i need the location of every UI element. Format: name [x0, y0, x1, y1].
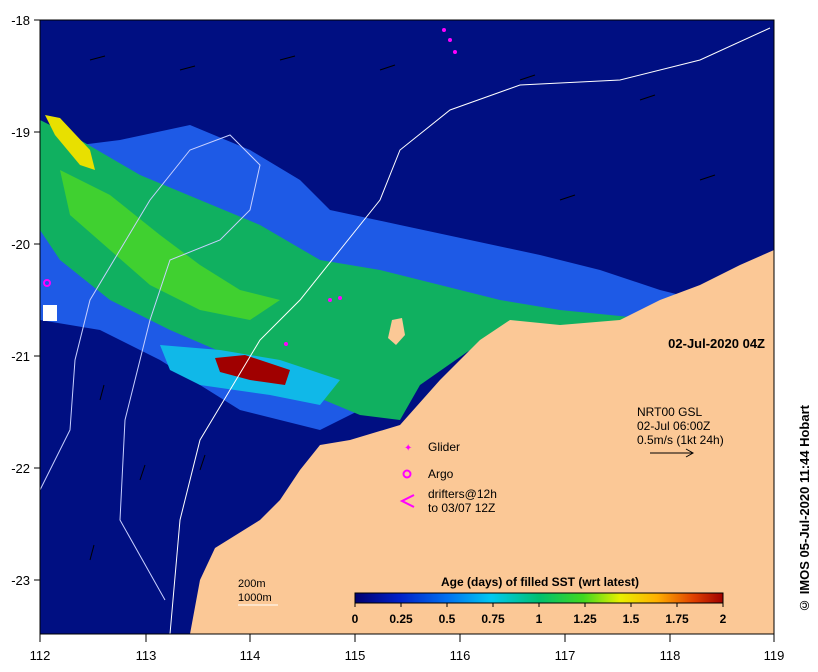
glider-symbol-icon: ✦: [404, 443, 412, 454]
lon-tick: 113: [136, 648, 157, 663]
colorbar-tick-label: 0.25: [389, 612, 413, 626]
colorbar-tick-label: 0.75: [481, 612, 505, 626]
glider-legend-label: Glider: [428, 440, 460, 454]
contour-200m-label: 200m: [238, 578, 266, 590]
map-date-label: 02-Jul-2020 04Z: [668, 336, 765, 351]
colorbar-title: Age (days) of filled SST (wrt latest): [441, 575, 639, 589]
white-patch: [43, 305, 57, 321]
lon-tick: 114: [240, 648, 261, 663]
colorbar-tick-label: 0.5: [439, 612, 456, 626]
colorbar-tick-label: 0: [352, 612, 359, 626]
sst-age-map: 112 113 114 115 116 117 118 119 -18 -19 …: [11, 13, 785, 663]
current-legend-scale: 0.5m/s (1kt 24h): [637, 433, 724, 447]
lat-tick: -19: [11, 125, 30, 140]
credit-text: © IMOS 05-Jul-2020 11:44 Hobart: [797, 405, 812, 613]
colorbar-tick-label: 1.75: [665, 612, 689, 626]
lon-tick: 112: [30, 648, 51, 663]
lat-tick: -18: [11, 13, 30, 28]
current-legend-source: NRT00 GSL: [637, 405, 702, 419]
colorbar-gradient: [354, 592, 724, 604]
lat-tick: -20: [11, 237, 30, 252]
current-legend-time: 02-Jul 06:00Z: [637, 419, 710, 433]
lon-tick: 119: [764, 648, 785, 663]
drifter-legend-label-1: drifters@12h: [428, 487, 497, 501]
contour-1000m-label: 1000m: [238, 592, 272, 604]
argo-legend-label: Argo: [428, 467, 454, 481]
lon-tick: 116: [450, 648, 471, 663]
lat-tick: -23: [11, 573, 30, 588]
lat-axis: -18 -19 -20 -21 -22 -23: [11, 13, 40, 588]
lat-tick: -21: [11, 349, 30, 364]
colorbar-tick-label: 1: [536, 612, 543, 626]
lat-tick: -22: [11, 461, 30, 476]
lon-axis: 112 113 114 115 116 117 118 119: [30, 634, 785, 663]
lon-tick: 117: [555, 648, 576, 663]
colorbar-tick-label: 2: [720, 612, 727, 626]
lon-tick: 118: [660, 648, 681, 663]
drifter-legend-label-2: to 03/07 12Z: [428, 501, 495, 515]
colorbar-tick-label: 1.25: [573, 612, 597, 626]
colorbar-tick-label: 1.5: [623, 612, 640, 626]
lon-tick: 115: [345, 648, 366, 663]
